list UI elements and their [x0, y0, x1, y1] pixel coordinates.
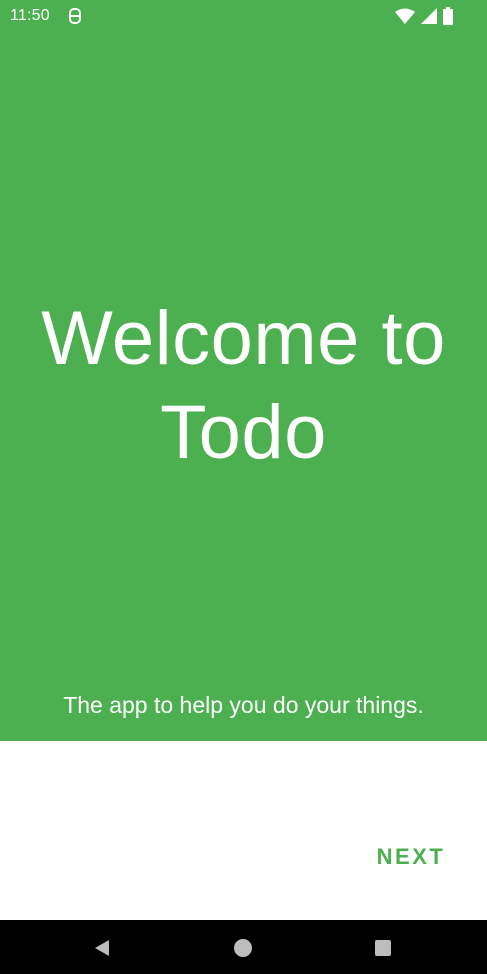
status-bar: 11:50 [0, 0, 487, 32]
welcome-subtitle: The app to help you do your things. [63, 692, 424, 718]
wifi-icon [395, 8, 415, 24]
home-icon[interactable] [229, 934, 257, 962]
battery-icon [443, 7, 453, 25]
status-icons [395, 7, 453, 25]
back-icon[interactable] [88, 934, 116, 962]
recents-icon[interactable] [369, 934, 397, 962]
onboarding-screen: 11:50 Welcome to Todo The app to help yo… [0, 0, 487, 974]
status-time: 11:50 [10, 7, 50, 24]
signal-icon [421, 8, 437, 24]
app-notification-icon [68, 7, 82, 25]
navigation-bar [0, 920, 487, 974]
welcome-title: Welcome to Todo [41, 296, 446, 475]
next-button[interactable]: NEXT [362, 836, 460, 878]
welcome-hero: 11:50 Welcome to Todo The app to help yo… [0, 0, 487, 741]
